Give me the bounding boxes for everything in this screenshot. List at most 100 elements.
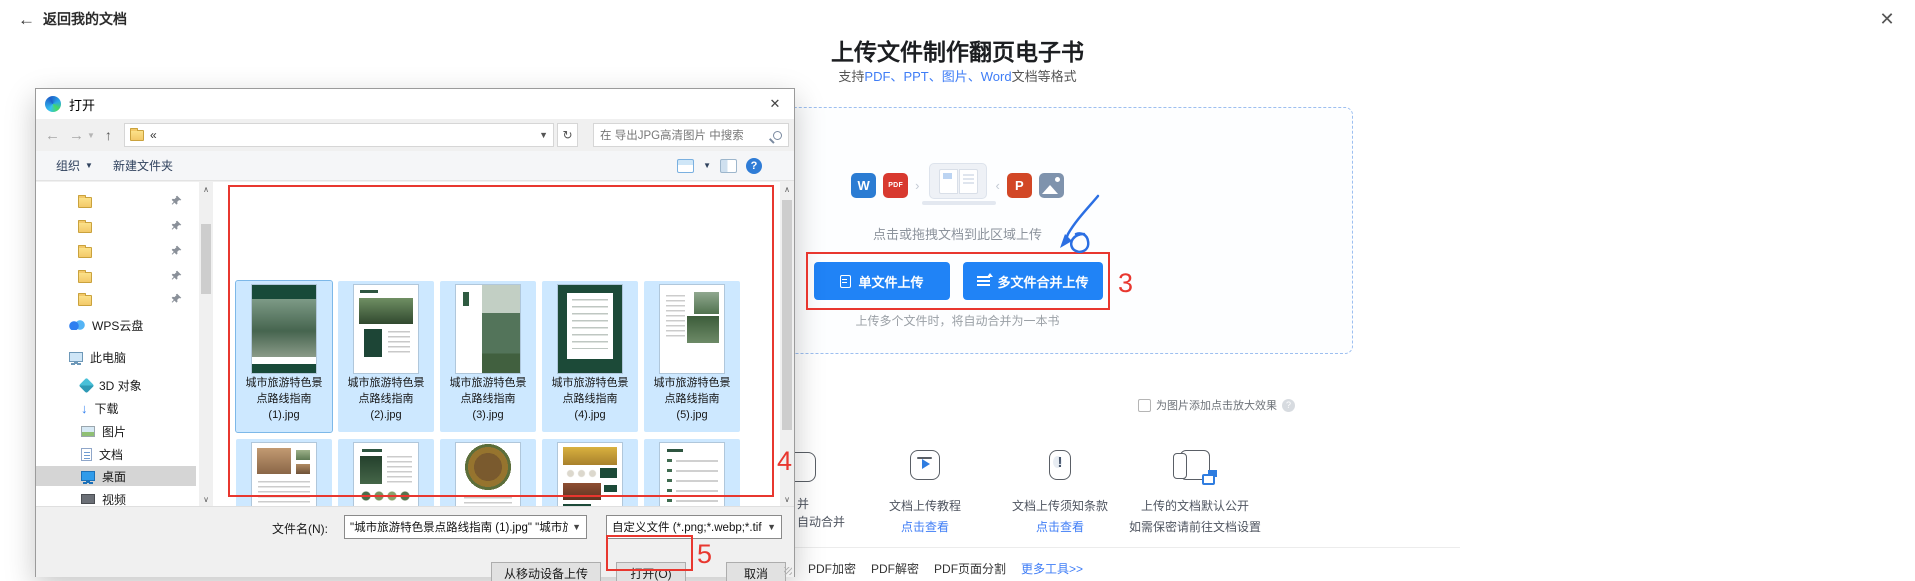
file-tile[interactable]: 城市旅游特色景 点路线指南 (4).jpg	[542, 281, 638, 432]
combo-caret-icon[interactable]: ▼	[572, 522, 581, 532]
sidebar-item-cloud[interactable]: WPS云盘	[36, 315, 196, 335]
address-caret-icon[interactable]: ▼	[539, 130, 548, 140]
cancel-button[interactable]: 取消	[726, 562, 786, 581]
new-folder-label: 新建文件夹	[112, 159, 173, 173]
subtitle-prefix: 支持	[838, 69, 865, 84]
file-tile[interactable]: 城市旅游特色景 点路线指南 (1).jpg	[235, 280, 333, 433]
file-name-line: 点路线指南	[562, 393, 618, 405]
info-icon[interactable]: ?	[1282, 398, 1295, 412]
combo-caret-icon[interactable]: ▼	[767, 522, 776, 532]
more-tools-link[interactable]: 更多工具>>	[1021, 560, 1083, 577]
file-tile[interactable]: 城市旅游特色景 点路线指南 (3).jpg	[440, 281, 536, 432]
format-link[interactable]: PPT、	[903, 69, 941, 84]
file-thumbnail	[456, 443, 520, 506]
search-input[interactable]: 在 导出JPG高清图片 中搜索	[593, 123, 789, 147]
file-tile[interactable]: 城市旅游特色景点路线指南(8).jpg	[440, 439, 536, 506]
arrow-right-icon: ›	[915, 177, 920, 193]
notice-icon	[1049, 450, 1071, 480]
scroll-up-icon[interactable]: ∧	[780, 182, 794, 196]
format-link[interactable]: Word	[981, 69, 1012, 84]
dialog-address-row: ← → ▼ ↑ « ▼ ↻ 在 导出JPG高清图片 中搜索	[36, 119, 794, 151]
filetype-combobox[interactable]: 自定义文件 (*.png;*.webp;*.tif ▼	[606, 515, 782, 539]
pdf-tool-link[interactable]: PDF加密	[808, 560, 856, 577]
file-thumbnail	[660, 285, 724, 373]
view-mode-caret-icon[interactable]: ▼	[703, 161, 711, 170]
feature-sub-label: 如需保密请前往文档设置	[1128, 520, 1261, 534]
file-tile[interactable]: 城市旅游特色景点路线指南(9).jpg	[542, 439, 638, 506]
open-button[interactable]: 打开(O)	[616, 562, 686, 581]
book-page-left	[938, 169, 958, 194]
nav-forward-icon[interactable]: →	[69, 127, 84, 144]
sidebar-item-pictures[interactable]: 图片	[36, 421, 196, 441]
sidebar-item-pinned-folder[interactable]	[36, 267, 196, 287]
dialog-toolbar: 组织 ▼ 新建文件夹 ▼ ?	[36, 151, 794, 181]
sidebar-item-pinned-folder[interactable]	[36, 290, 196, 310]
organize-menu[interactable]: 组织 ▼	[56, 157, 93, 174]
sidebar-scrollbar[interactable]: ∧ ∨	[199, 182, 213, 506]
sidebar-scroll-thumb[interactable]	[201, 224, 211, 294]
filename-combobox[interactable]: "城市旅游特色景点路线指南 (1).jpg" "城市旅游特色景点路线指 ▼	[344, 515, 587, 539]
dialog-titlebar[interactable]: 打开 ✕	[36, 89, 794, 119]
dialog-close-icon[interactable]: ✕	[756, 89, 794, 118]
scroll-up-icon[interactable]: ∧	[199, 182, 213, 196]
nav-up-icon[interactable]: ↑	[105, 127, 112, 143]
back-to-documents[interactable]: ← 返回我的文档	[18, 9, 127, 29]
filelist-scrollbar[interactable]: ∧ ∨	[780, 182, 794, 506]
file-tile[interactable]: 城市旅游特色景 点路线指南 (5).jpg	[644, 281, 740, 432]
file-thumbnail	[354, 443, 418, 506]
sidebar-item-box3d[interactable]: 3D 对象	[36, 375, 196, 395]
preview-pane-icon[interactable]	[720, 158, 737, 173]
download-icon: ↓	[81, 400, 88, 416]
format-link[interactable]: PDF、	[864, 69, 903, 84]
filelist-scroll-thumb[interactable]	[782, 200, 792, 430]
desktop-icon	[81, 471, 95, 483]
documents-icon	[81, 447, 92, 461]
file-name-line: 城市旅游特色景	[347, 377, 425, 389]
address-text: «	[150, 128, 157, 142]
app-window: ← 返回我的文档 ✕ 上传文件制作翻页电子书 支持PDF、PPT、图片、Word…	[0, 0, 1915, 581]
feature-label: 上传的文档默认公开	[1140, 499, 1249, 513]
file-tile[interactable]: 城市旅游特色景点路线指南(6).jpg	[236, 439, 332, 506]
zoom-effect-checkbox[interactable]	[1138, 398, 1151, 412]
folder-icon	[78, 292, 92, 306]
help-icon[interactable]: ?	[746, 157, 762, 174]
sidebar-item-pinned-folder[interactable]	[36, 217, 196, 237]
format-link[interactable]: 图片、	[942, 69, 981, 84]
file-thumbnail	[558, 285, 622, 373]
mobile-upload-button[interactable]: 从移动设备上传	[491, 562, 601, 581]
sidebar-item-pinned-folder[interactable]	[36, 242, 196, 262]
ppt-icon: P	[1006, 172, 1032, 198]
pdf-icon: PDF	[883, 172, 909, 198]
nav-back-icon[interactable]: ←	[45, 127, 60, 144]
sidebar-item-documents[interactable]: 文档	[36, 444, 196, 464]
refresh-button[interactable]: ↻	[557, 123, 578, 147]
page-close-icon[interactable]: ✕	[1874, 6, 1900, 32]
view-mode-icon[interactable]	[677, 158, 695, 173]
file-tile[interactable]: 城市旅游特色景点路线指南(10).jpg	[644, 439, 740, 506]
sidebar-item-videos[interactable]: 视频	[36, 489, 196, 506]
single-upload-button[interactable]: 单文件上传	[814, 262, 950, 300]
file-tile[interactable]: 城市旅游特色景点路线指南(7).jpg	[338, 439, 434, 506]
sidebar-item-pinned-folder[interactable]	[36, 192, 196, 212]
file-name-line: (3).jpg	[472, 409, 504, 421]
document-icon	[840, 274, 852, 288]
merge-upload-button[interactable]: 多文件合并上传	[963, 262, 1103, 300]
file-thumbnail	[252, 443, 316, 506]
arrow-left-icon: ‹	[995, 177, 1000, 193]
address-bar[interactable]: « ▼	[124, 123, 554, 147]
sidebar-item-computer[interactable]: 此电脑	[36, 347, 196, 367]
sidebar-item-desktop[interactable]: 桌面	[36, 466, 196, 486]
file-tile[interactable]: 城市旅游特色景 点路线指南 (2).jpg	[338, 281, 434, 432]
nav-history-caret-icon[interactable]: ▼	[87, 131, 95, 140]
pdf-tool-link[interactable]: PDF解密	[871, 560, 919, 577]
scroll-down-icon[interactable]: ∨	[199, 492, 213, 506]
file-thumbnail	[660, 443, 724, 506]
filename-label: 文件名(N):	[272, 522, 328, 536]
new-folder-button[interactable]: 新建文件夹	[113, 157, 173, 174]
occluded-feature-line2: 自动合并	[797, 515, 846, 529]
scroll-down-icon[interactable]: ∨	[780, 492, 794, 506]
resize-grip[interactable]	[784, 567, 792, 575]
sidebar-item-download[interactable]: ↓ 下载	[36, 398, 196, 418]
pdf-tool-link[interactable]: PDF页面分割	[934, 560, 1006, 577]
filename-value: "城市旅游特色景点路线指南 (1).jpg" "城市旅游特色景点路线指	[350, 522, 569, 534]
